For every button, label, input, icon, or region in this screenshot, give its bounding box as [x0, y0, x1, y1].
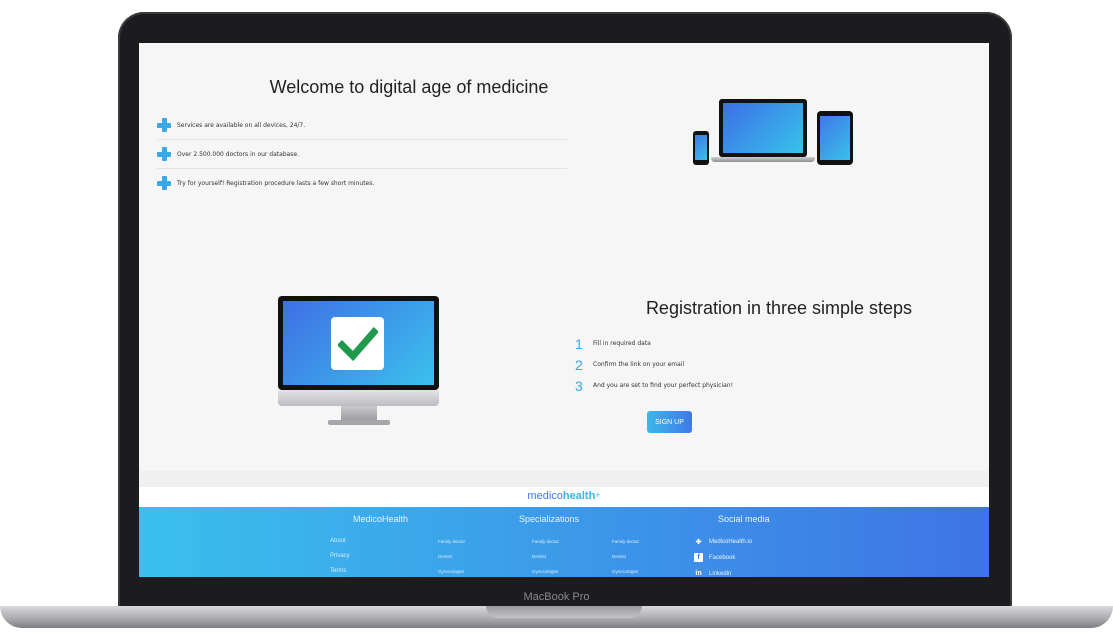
section-divider: [139, 471, 989, 487]
spec-link[interactable]: Dentist: [532, 554, 546, 559]
spec-link[interactable]: Family doctor: [612, 539, 639, 544]
medical-cross-icon: [157, 118, 171, 132]
footer-link-privacy[interactable]: Privacy: [330, 553, 350, 559]
laptop-notch: [486, 606, 642, 618]
laptop-base: [711, 157, 815, 162]
facebook-icon: f: [694, 553, 703, 562]
social-link-medicohealth[interactable]: ✚ MedicoHealth.io: [694, 537, 752, 546]
feature-text: Try for yourself! Registration procedure…: [177, 179, 375, 187]
feature-item: Over 2.500.000 doctors in our database.: [157, 140, 567, 169]
feature-item: Try for yourself! Registration procedure…: [157, 169, 567, 197]
desktop-monitor-illustration: [278, 296, 439, 428]
step-item: 1 Fill in required data: [575, 333, 875, 354]
brand-logo-part1: medico: [527, 490, 563, 502]
feature-list: Services are available on all devices, 2…: [157, 111, 567, 197]
social-label: Facebook: [709, 554, 736, 561]
step-item: 3 And you are set to find your perfect p…: [575, 375, 875, 396]
medical-cross-icon: [157, 147, 171, 161]
footer-title-specializations: Specializations: [519, 514, 580, 524]
step-text: Confirm the link on your email: [593, 361, 685, 368]
social-link-linkedin[interactable]: in Linkedin: [694, 569, 731, 577]
feature-item: Services are available on all devices, 2…: [157, 111, 567, 140]
brand-logo-part2: health: [562, 490, 596, 502]
footer: MedicoHealth Specializations Social medi…: [139, 507, 989, 577]
linkedin-icon: in: [695, 570, 702, 577]
sign-up-button[interactable]: SIGN UP: [647, 411, 692, 433]
devices-illustration: [689, 97, 859, 169]
social-label: Linkedin: [709, 570, 732, 577]
feature-text: Over 2.500.000 doctors in our database.: [177, 150, 300, 158]
monitor-stand: [341, 406, 377, 420]
footer-link-terms[interactable]: Terms: [330, 568, 346, 574]
spec-link[interactable]: Dentist: [438, 554, 452, 559]
brand-plus-icon: +: [595, 490, 601, 500]
spec-link[interactable]: Family doctor: [438, 539, 465, 544]
spec-link[interactable]: Gynecologist: [612, 569, 638, 574]
plus-logo-icon: ✚: [695, 538, 702, 546]
monitor-foot: [328, 420, 390, 425]
monitor-chin: [278, 390, 439, 406]
footer-title-medicohealth: MedicoHealth: [353, 514, 409, 524]
medical-cross-icon: [157, 176, 171, 190]
step-number: 3: [575, 377, 583, 394]
footer-title-social-media: Social media: [718, 514, 770, 524]
spec-link[interactable]: Dentist: [612, 554, 626, 559]
step-number: 1: [575, 335, 583, 352]
step-number: 2: [575, 356, 583, 373]
browser-screen: Welcome to digital age of medicine Servi…: [139, 43, 989, 577]
spec-link[interactable]: Gynecologist: [438, 569, 464, 574]
registration-title: Registration in three simple steps: [645, 298, 913, 318]
step-item: 2 Confirm the link on your email: [575, 354, 875, 375]
monitor-frame: [278, 296, 439, 390]
social-label: MedicoHealth.io: [709, 538, 753, 545]
step-text: And you are set to find your perfect phy…: [593, 382, 734, 389]
device-label: MacBook Pro: [523, 591, 590, 603]
laptop-icon: [719, 99, 807, 157]
feature-text: Services are available on all devices, 2…: [177, 121, 306, 129]
spec-link[interactable]: Gynecologist: [532, 569, 558, 574]
brand-logo[interactable]: medicohealth+: [139, 490, 989, 502]
checkmark-icon: [331, 317, 384, 370]
tablet-icon: [817, 111, 853, 165]
phone-icon: [693, 131, 709, 165]
spec-link[interactable]: Family doctor: [532, 539, 559, 544]
footer-link-about[interactable]: About: [330, 538, 346, 544]
steps-list: 1 Fill in required data 2 Confirm the li…: [575, 333, 875, 396]
step-text: Fill in required data: [593, 340, 651, 347]
social-link-facebook[interactable]: f Facebook: [694, 553, 735, 562]
welcome-title: Welcome to digital age of medicine: [269, 77, 549, 97]
